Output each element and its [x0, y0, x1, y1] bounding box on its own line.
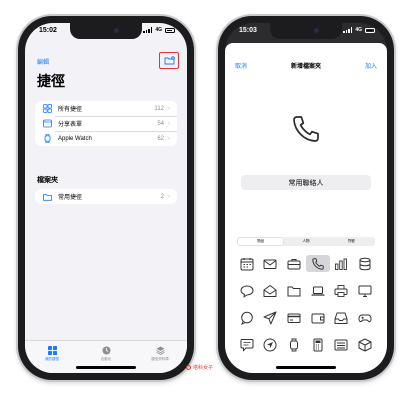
phone-icon — [290, 113, 322, 145]
notch — [270, 23, 342, 39]
watermark-logo-icon — [186, 365, 191, 370]
grid-icon — [43, 104, 52, 113]
segment-symbols[interactable]: 符號 — [329, 238, 374, 245]
chevron-right-icon: › — [168, 120, 170, 127]
envelope-icon[interactable] — [259, 255, 283, 272]
wallet-icon[interactable] — [306, 309, 330, 326]
open-envelope-icon[interactable] — [259, 282, 283, 299]
edit-button[interactable]: 編輯 — [37, 57, 49, 66]
bar-chart-icon[interactable] — [330, 255, 354, 272]
share-sheet-icon — [43, 119, 52, 128]
status-time: 15:03 — [239, 27, 257, 34]
cube-icon[interactable] — [353, 336, 377, 353]
watermark-text: 塔科女子 — [193, 365, 214, 371]
home-indicator — [76, 366, 136, 369]
battery-icon — [365, 27, 375, 33]
signal-icon — [343, 27, 353, 33]
paper-plane-icon[interactable] — [259, 309, 283, 326]
list-item-share-sheet[interactable]: 分享表單 54 › — [35, 116, 177, 131]
icon-grid — [235, 255, 377, 353]
location-arrow-icon[interactable] — [259, 336, 283, 353]
gamepad-icon[interactable] — [353, 309, 377, 326]
tab-label: 我的捷徑 — [45, 357, 59, 361]
list-item-label: 常用捷徑 — [58, 195, 83, 201]
new-folder-button[interactable] — [159, 52, 179, 69]
new-folder-icon — [164, 56, 175, 65]
list-item-count: 112 — [154, 105, 164, 112]
network-label: 4G — [155, 27, 162, 33]
chevron-right-icon: › — [168, 193, 170, 200]
chevron-right-icon: › — [168, 135, 170, 142]
watch-icon — [43, 134, 52, 143]
desktop-icon[interactable] — [353, 282, 377, 299]
automation-icon — [102, 346, 110, 355]
message-icon[interactable] — [235, 336, 259, 353]
laptop-icon[interactable] — [306, 282, 330, 299]
battery-icon — [165, 27, 175, 33]
layers-icon — [155, 346, 165, 355]
shortcuts-list: 所有捷徑 112 › 分享表單 54 › Apple Watch 62 › — [35, 101, 177, 146]
folder-icon — [43, 192, 52, 201]
tab-label: 捷徑資料庫 — [151, 357, 169, 361]
right-phone: 15:03 4G 取消 新增檔案夾 加入 常用聯絡人 物品 人物 符號 — [218, 16, 394, 380]
speech-bubble-icon[interactable] — [235, 282, 259, 299]
home-indicator — [276, 366, 336, 369]
left-phone: 15:02 4G 編輯 捷徑 所有捷徑 112 › 分享表單 54 › Appl… — [18, 16, 194, 380]
list-item-count: 2 — [160, 193, 164, 200]
phone-icon[interactable] — [305, 255, 330, 272]
tab-my-shortcuts[interactable]: 我的捷徑 — [25, 341, 79, 373]
page-title: 捷徑 — [37, 73, 65, 89]
folders-list: 常用捷徑 2 › — [35, 189, 177, 204]
network-label: 4G — [355, 27, 362, 33]
left-screen: 15:02 4G 編輯 捷徑 所有捷徑 112 › 分享表單 54 › Appl… — [25, 23, 187, 373]
signal-icon — [143, 27, 153, 33]
list-item-label: 分享表單 — [58, 122, 83, 128]
tray-icon[interactable] — [330, 309, 354, 326]
watermark: 塔科女子 — [186, 364, 213, 371]
sheet-title: 新增檔案夾 — [290, 64, 321, 70]
list-item-count: 62 — [157, 135, 164, 142]
chat-bubble-icon[interactable] — [235, 309, 259, 326]
tab-label: 自動化 — [100, 357, 112, 361]
grid-icon — [47, 346, 57, 355]
folders-header: 檔案夾 — [37, 177, 58, 184]
segment-people[interactable]: 人物 — [283, 238, 328, 245]
list-item-folder[interactable]: 常用捷徑 2 › — [35, 189, 177, 204]
list-item-count: 54 — [157, 120, 164, 127]
briefcase-icon[interactable] — [282, 255, 306, 272]
calendar-icon[interactable] — [235, 255, 259, 272]
tab-gallery[interactable]: 捷徑資料庫 — [133, 341, 187, 373]
list-item-all-shortcuts[interactable]: 所有捷徑 112 › — [35, 101, 177, 116]
status-time: 15:02 — [39, 27, 57, 34]
icon-category-segmented-control: 物品 人物 符號 — [237, 237, 375, 246]
add-button[interactable]: 加入 — [365, 61, 377, 70]
credit-card-icon[interactable] — [282, 309, 306, 326]
folder-icon[interactable] — [282, 282, 306, 299]
list-item-apple-watch[interactable]: Apple Watch 62 › — [35, 131, 177, 146]
calculator-icon[interactable] — [306, 336, 330, 353]
segment-objects[interactable]: 物品 — [238, 238, 284, 245]
watch-icon[interactable] — [282, 336, 306, 353]
list-item-label: 所有捷徑 — [58, 107, 83, 113]
list-icon[interactable] — [330, 336, 354, 353]
folder-name-input[interactable]: 常用聯絡人 — [241, 175, 371, 190]
list-item-label: Apple Watch — [58, 135, 92, 142]
chevron-right-icon: › — [168, 105, 170, 112]
notch — [70, 23, 142, 39]
right-screen: 15:03 4G 取消 新增檔案夾 加入 常用聯絡人 物品 人物 符號 — [225, 23, 387, 373]
database-icon[interactable] — [353, 255, 377, 272]
printer-icon[interactable] — [330, 282, 354, 299]
